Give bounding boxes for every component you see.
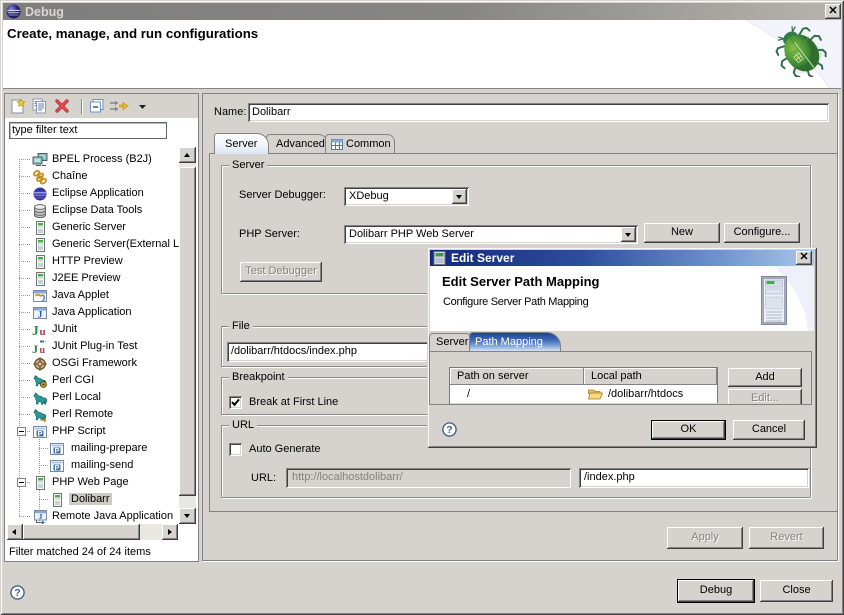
svg-text:J: J bbox=[38, 309, 43, 319]
svg-text:P: P bbox=[54, 462, 59, 471]
svg-text:P: P bbox=[37, 428, 42, 437]
svg-text:J: J bbox=[42, 294, 46, 303]
svg-text:J: J bbox=[39, 512, 43, 521]
svg-text:?: ? bbox=[446, 424, 452, 436]
svg-text:J: J bbox=[32, 323, 39, 338]
svg-text:u: u bbox=[40, 326, 46, 338]
svg-text:J: J bbox=[32, 342, 38, 355]
svg-text:u: u bbox=[40, 345, 46, 355]
svg-text:?: ? bbox=[14, 587, 20, 599]
svg-text:P: P bbox=[54, 445, 59, 454]
